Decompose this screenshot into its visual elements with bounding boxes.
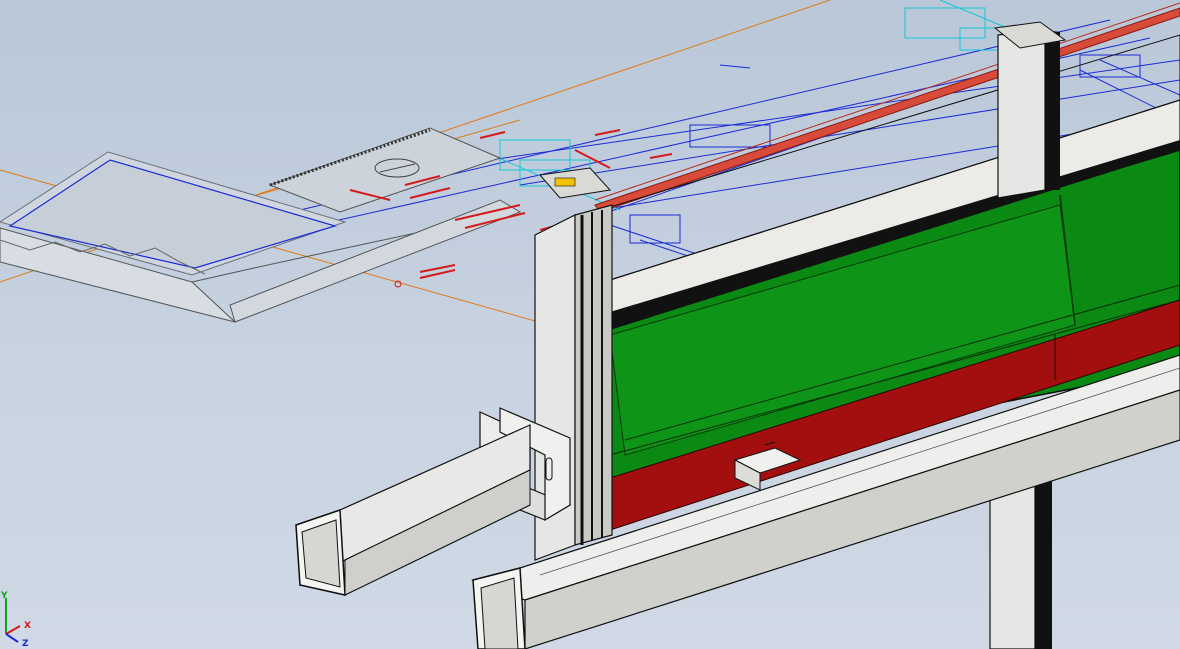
x-axis-line <box>5 625 21 635</box>
z-axis-line <box>5 633 19 643</box>
left-square-tube <box>295 424 531 596</box>
cad-model-scene[interactable] <box>0 0 1180 649</box>
x-axis-label: X <box>24 621 31 631</box>
view-orientation-triad[interactable]: Y X Z <box>0 590 40 649</box>
right-vertical-mullion <box>997 29 1060 199</box>
z-axis-label: Z <box>22 639 29 649</box>
y-axis-label: Y <box>0 591 8 601</box>
roof-slab-section <box>0 127 522 323</box>
bottom-right-column <box>989 480 1052 649</box>
cad-3d-viewport[interactable]: Y X Z <box>0 0 1180 649</box>
